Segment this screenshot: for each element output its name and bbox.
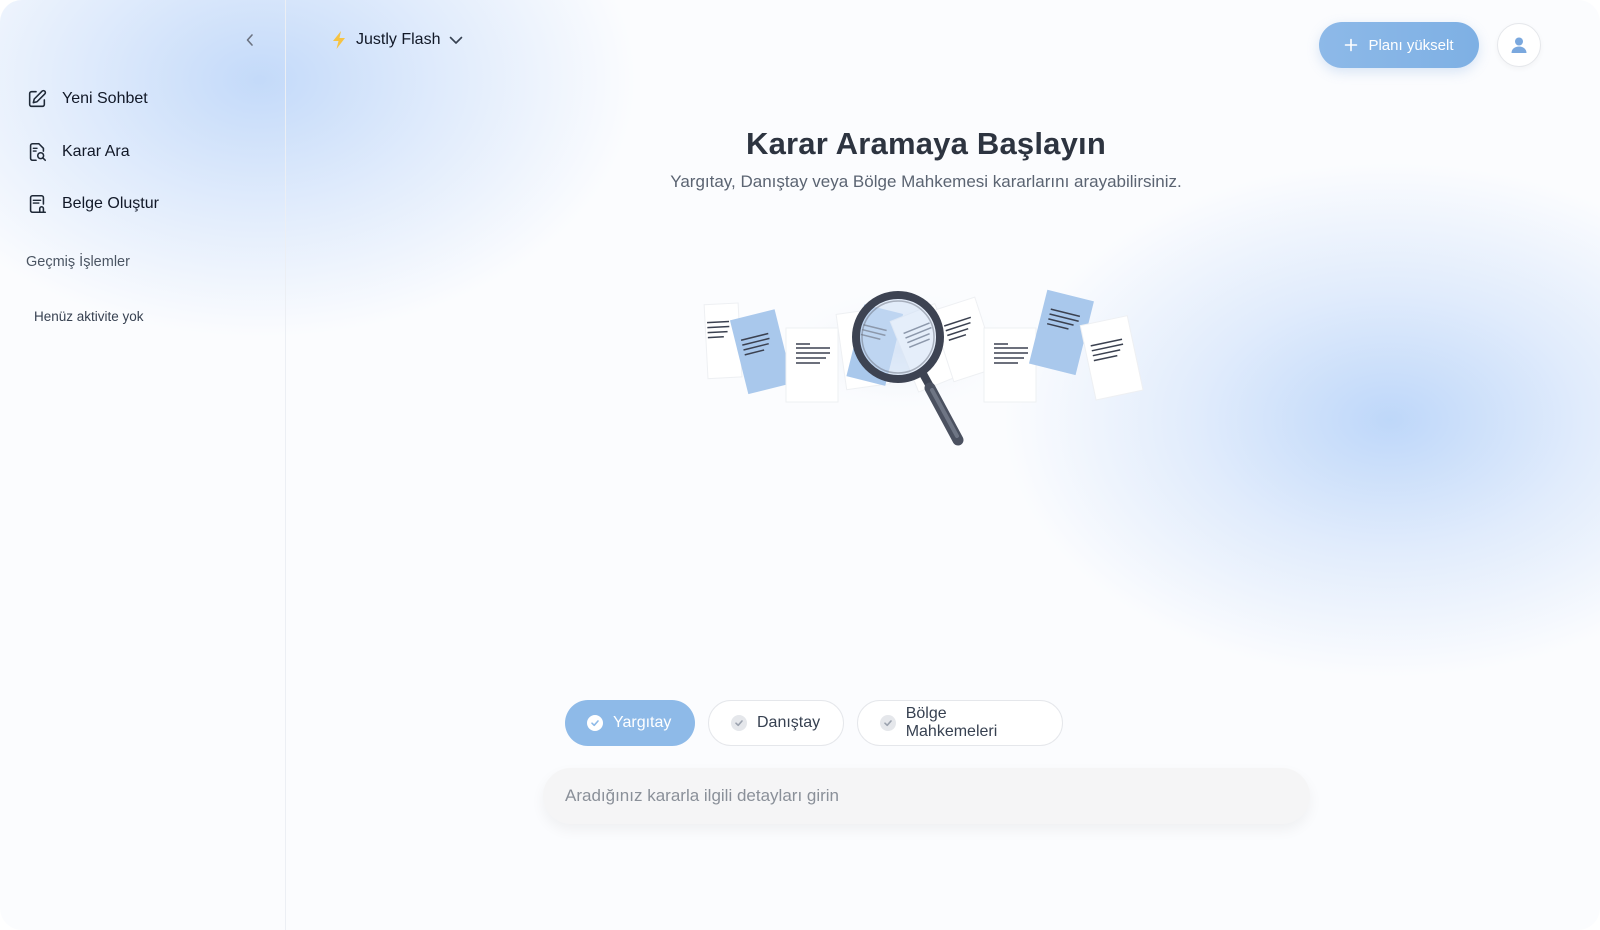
- filter-chip-bolge-mahkemeleri[interactable]: Bölge Mahkemeleri: [857, 700, 1063, 746]
- edit-icon: [28, 89, 47, 108]
- chevron-down-icon: [450, 36, 463, 44]
- document-search-illustration: [703, 280, 1144, 446]
- nav-item-search-decision[interactable]: Karar Ara: [26, 139, 130, 165]
- collapse-sidebar-button[interactable]: [240, 30, 260, 50]
- nav-item-new-chat[interactable]: Yeni Sohbet: [26, 86, 148, 112]
- filter-chip-danistay[interactable]: Danıştay: [708, 700, 844, 746]
- document-search-icon: [29, 142, 47, 162]
- nav-item-label: Yeni Sohbet: [62, 90, 148, 107]
- page-title: Karar Aramaya Başlayın: [746, 126, 1106, 161]
- history-section-title: Geçmiş İşlemler: [26, 254, 130, 270]
- lightning-bolt-icon: [333, 31, 345, 49]
- filter-chip-label: Danıştay: [757, 714, 821, 731]
- check-icon: [587, 715, 603, 731]
- page-subtitle: Yargıtay, Danıştay veya Bölge Mahkemesi …: [670, 172, 1182, 191]
- sidebar: Yeni Sohbet Karar Ara Belge Oluştur Geçm…: [0, 0, 286, 930]
- filter-chip-yargitay[interactable]: Yargıtay: [565, 700, 695, 746]
- nav-item-label: Karar Ara: [62, 143, 130, 160]
- user-avatar-button[interactable]: [1497, 23, 1541, 67]
- document-create-icon: [29, 194, 47, 214]
- nav-item-create-document[interactable]: Belge Oluştur: [26, 191, 159, 217]
- chevron-left-icon: [246, 34, 253, 46]
- decision-search-input[interactable]: [543, 768, 1310, 824]
- plus-icon: [1345, 38, 1358, 52]
- nav-item-label: Belge Oluştur: [62, 195, 159, 212]
- model-selector[interactable]: Justly Flash: [330, 28, 464, 52]
- check-icon: [731, 715, 747, 731]
- upgrade-plan-label: Planı yükselt: [1368, 36, 1454, 54]
- upgrade-plan-button[interactable]: Planı yükselt: [1319, 22, 1479, 68]
- model-name: Justly Flash: [356, 31, 441, 48]
- filter-chip-label: Yargıtay: [613, 714, 672, 731]
- user-icon: [1511, 37, 1527, 53]
- filter-chip-label: Bölge Mahkemeleri: [905, 705, 998, 740]
- history-empty-message: Henüz aktivite yok: [34, 309, 144, 324]
- check-icon: [880, 715, 896, 731]
- app-window: Yeni Sohbet Karar Ara Belge Oluştur Geçm…: [0, 0, 1600, 930]
